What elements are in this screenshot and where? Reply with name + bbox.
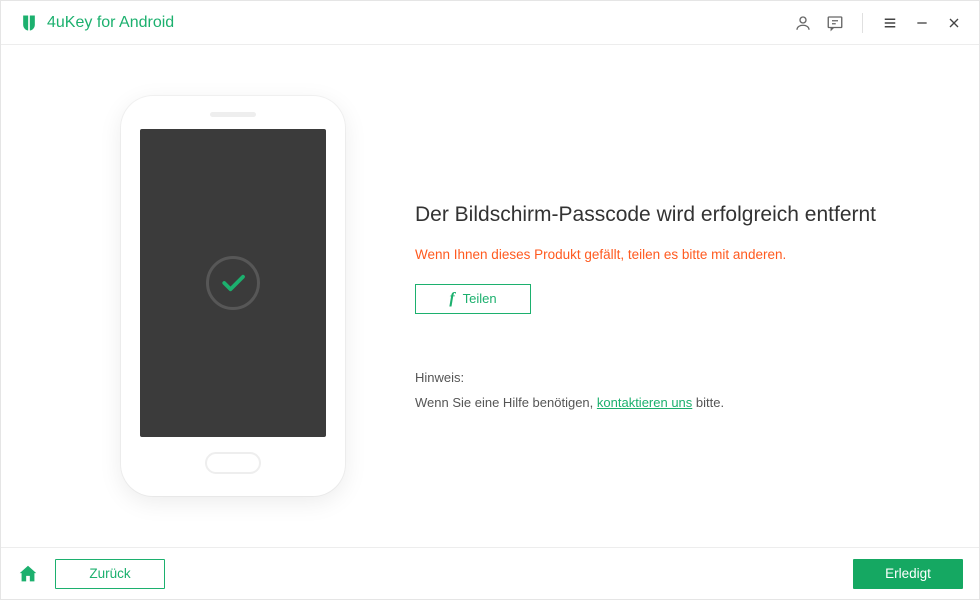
phone-home-button (205, 452, 261, 474)
phone-illustration (121, 96, 345, 496)
footer: Zurück Erledigt (1, 547, 979, 599)
facebook-icon: f (449, 290, 454, 308)
info-panel: Der Bildschirm-Passcode wird erfolgreich… (415, 183, 919, 410)
app-window: 4uKey for Android (0, 0, 980, 600)
titlebar: 4uKey for Android (1, 1, 979, 45)
divider (862, 13, 863, 33)
account-icon[interactable] (794, 14, 812, 32)
app-logo: 4uKey for Android (19, 13, 174, 33)
headline: Der Bildschirm-Passcode wird erfolgreich… (415, 203, 919, 227)
titlebar-actions (794, 13, 963, 33)
close-icon[interactable] (945, 14, 963, 32)
main-content: Der Bildschirm-Passcode wird erfolgreich… (1, 45, 979, 547)
hint-text: Wenn Sie eine Hilfe benötigen, kontaktie… (415, 395, 919, 410)
menu-icon[interactable] (881, 14, 899, 32)
minimize-icon[interactable] (913, 14, 931, 32)
hint-prefix: Wenn Sie eine Hilfe benötigen, (415, 395, 597, 410)
logo-icon (19, 13, 39, 33)
back-button[interactable]: Zurück (55, 559, 165, 589)
done-button[interactable]: Erledigt (853, 559, 963, 589)
phone-speaker (210, 112, 256, 117)
feedback-icon[interactable] (826, 14, 844, 32)
share-button[interactable]: f Teilen (415, 284, 531, 314)
hint-suffix: bitte. (692, 395, 724, 410)
share-label: Teilen (463, 291, 497, 306)
hint-label: Hinweis: (415, 370, 919, 385)
phone-screen (140, 129, 326, 437)
success-check-icon (206, 256, 260, 310)
subtext: Wenn Ihnen dieses Produkt gefällt, teile… (415, 247, 919, 262)
contact-link[interactable]: kontaktieren uns (597, 395, 692, 410)
app-title: 4uKey for Android (47, 14, 174, 32)
home-icon[interactable] (17, 563, 39, 585)
